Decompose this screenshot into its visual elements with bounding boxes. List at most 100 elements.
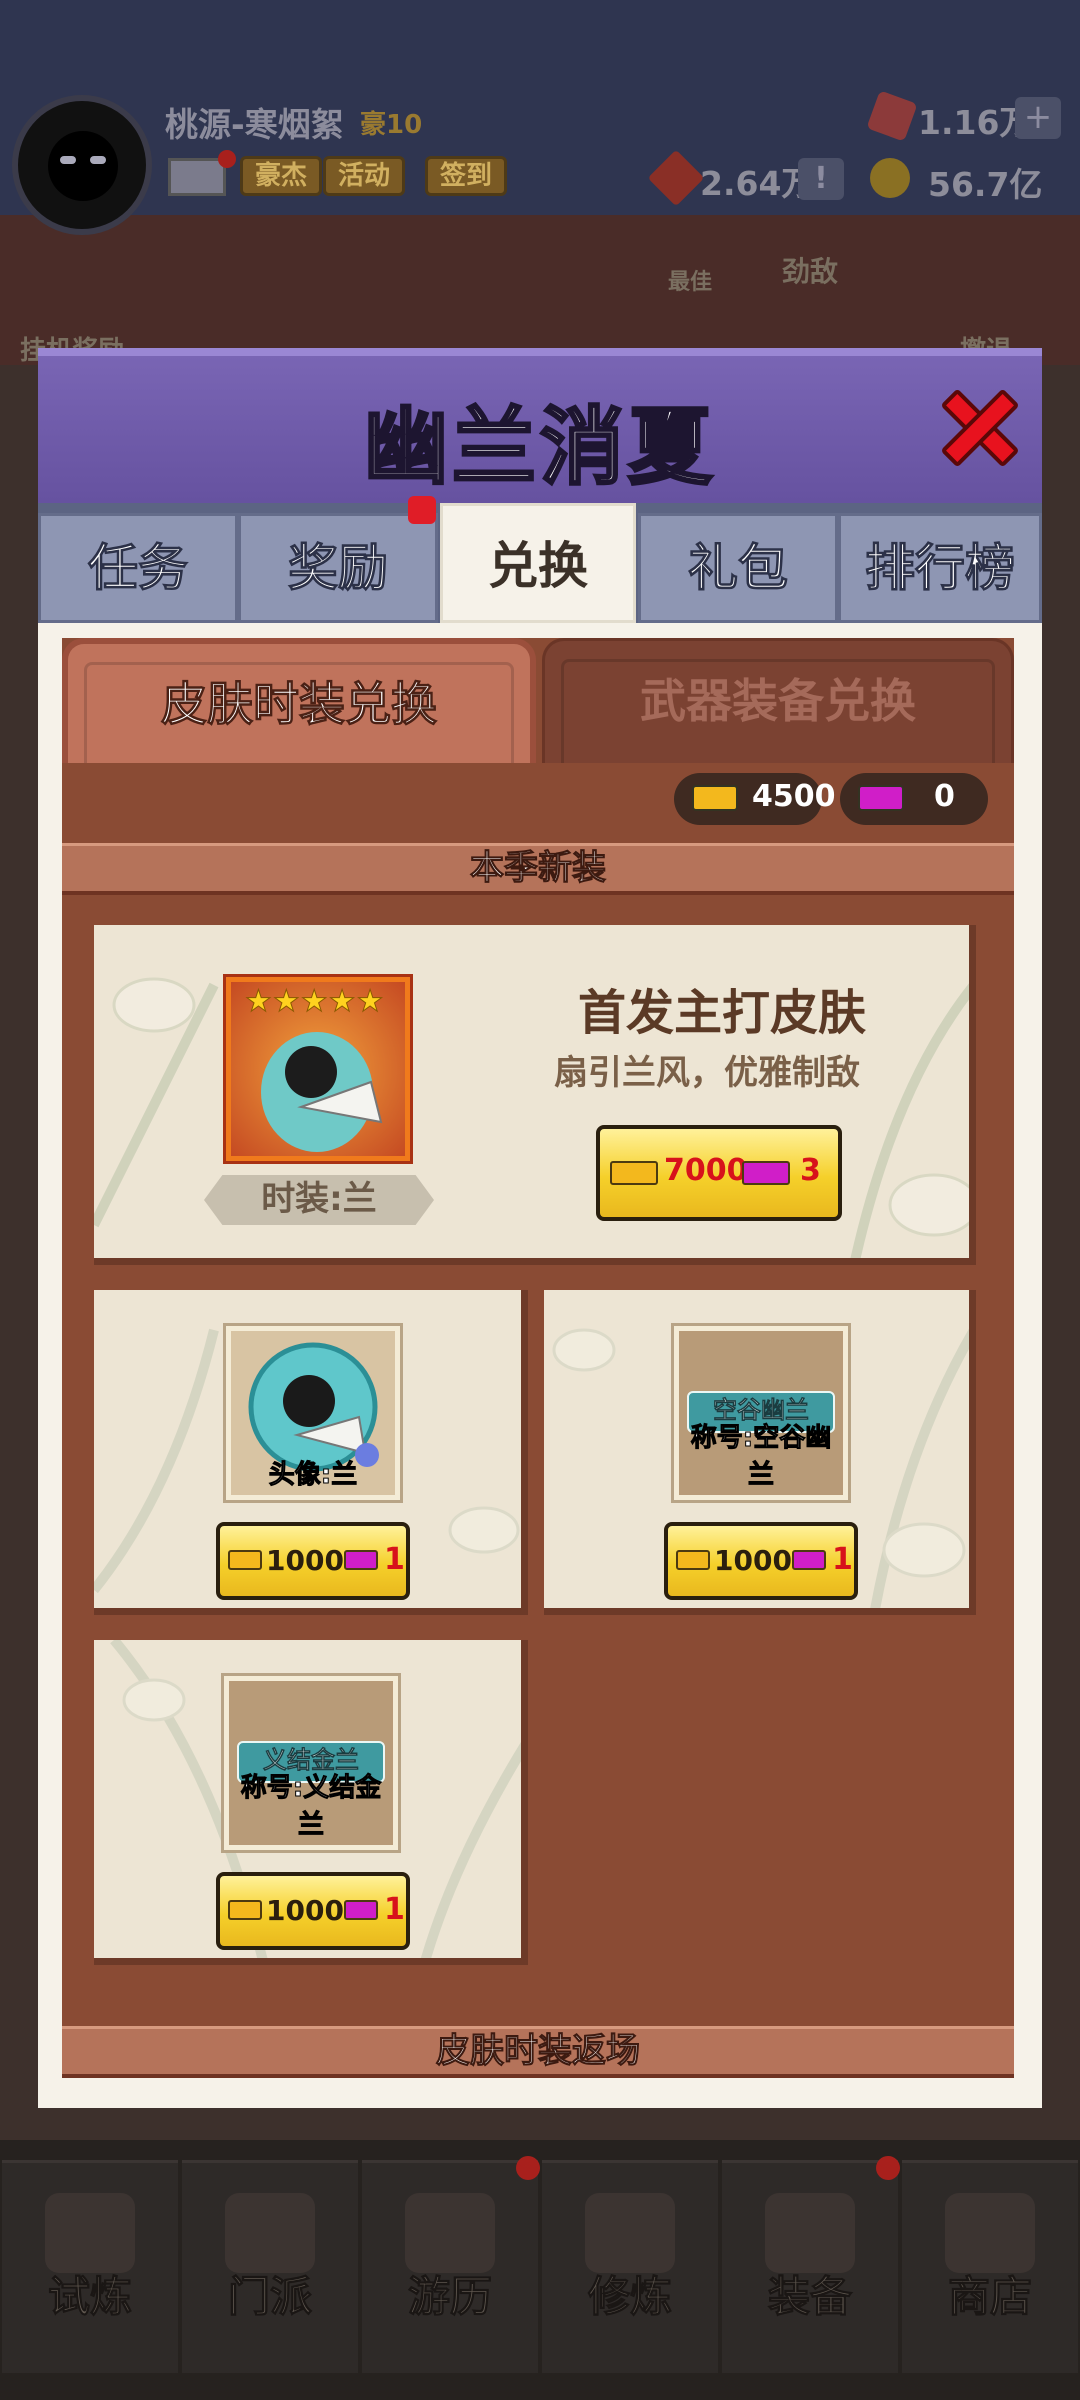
featured-skin-card: ★★★★★ 时装:兰 首发主打皮肤 扇引兰风，优雅制敌 7000 3 [94, 925, 976, 1265]
featured-exchange-button[interactable]: 7000 3 [596, 1125, 842, 1221]
gold-ticket-count: 4500 [752, 779, 836, 814]
nav-travel[interactable]: 游历 [362, 2160, 538, 2373]
modal-tabs: 任务 奖励 兑换 礼包 排行榜 [38, 503, 1042, 623]
avatar-item-frame[interactable]: 头像:兰 [226, 1326, 400, 1500]
title-kongu-price-purple: 1 [832, 1542, 853, 1577]
signin-chip[interactable]: 签到 [425, 156, 508, 196]
event-modal: 幽兰消夏 任务 奖励 兑换 礼包 排行榜 皮肤时装兑换 武器装备兑换 4500 … [38, 348, 1042, 2108]
mail-icon[interactable] [168, 158, 226, 196]
currency-bar: 4500 0 [62, 763, 1014, 841]
item-card-title-kongu: 空谷幽兰 称号:空谷幽兰 1000 1 [544, 1290, 976, 1615]
avatar-exchange-button[interactable]: 1000 1 [216, 1522, 410, 1600]
exchange-content: 皮肤时装兑换 武器装备兑换 4500 0 本季新装 ★★★★★ 时装:兰 首发主… [38, 623, 1042, 2108]
nav-equipment-label: 装备 [767, 2272, 852, 2322]
nav-cultivate-label: 修炼 [587, 2272, 672, 2322]
gold-ticket-icon [610, 1161, 658, 1185]
nav-trial[interactable]: 试炼 [2, 2160, 178, 2373]
nav-shop[interactable]: 商店 [902, 2160, 1078, 2373]
purple-ticket-icon [344, 1550, 378, 1570]
tab-exchange[interactable]: 兑换 [440, 503, 636, 623]
mail-notification-dot [218, 150, 236, 168]
avatar-eye-right [90, 156, 106, 164]
cultivate-icon [585, 2193, 675, 2273]
battle-strip [0, 215, 1080, 365]
title-kongu-frame[interactable]: 空谷幽兰 称号:空谷幽兰 [674, 1326, 848, 1500]
featured-skin-frame[interactable]: ★★★★★ [226, 977, 410, 1161]
title-yijie-price-gold: 1000 [266, 1894, 344, 1927]
gold-ticket-icon [228, 1550, 262, 1570]
featured-title: 首发主打皮肤 [578, 985, 867, 1041]
featured-price-purple: 3 [800, 1153, 821, 1188]
nav-trial-label: 试炼 [47, 2272, 132, 2322]
rewards-notification-dot [408, 496, 436, 524]
gold-ticket-icon [676, 1550, 710, 1570]
close-button[interactable] [928, 378, 1028, 478]
tab-rewards[interactable]: 奖励 [238, 513, 438, 623]
subtab-skin-exchange[interactable]: 皮肤时装兑换 [62, 638, 536, 763]
title-yijie-label: 称号:义结金兰 [240, 1773, 382, 1841]
notice-button[interactable]: ! [798, 158, 844, 200]
purple-ticket-icon [742, 1161, 790, 1185]
purple-ticket-count: 0 [934, 779, 955, 814]
best-label: 最佳 [668, 270, 713, 295]
featured-price-gold: 7000 [664, 1153, 748, 1188]
featured-subtitle: 扇引兰风，优雅制敌 [554, 1053, 860, 1093]
nav-equipment-dot [876, 2156, 900, 2180]
avatar-face [48, 131, 118, 201]
modal-title: 幽兰消夏 [362, 397, 716, 498]
activity-chip[interactable]: 活动 [323, 156, 406, 196]
subtab-frame-inactive [561, 659, 995, 763]
shop-icon [945, 2193, 1035, 2273]
purple-ticket-icon [858, 785, 904, 811]
add-gems-button[interactable]: + [1015, 97, 1061, 139]
title-yijie-frame[interactable]: 义结金兰 称号:义结金兰 [224, 1676, 398, 1850]
orchid-skin-icon [261, 1032, 383, 1152]
nav-sect[interactable]: 门派 [182, 2160, 358, 2373]
avatar-item-label: 头像:兰 [268, 1460, 358, 1491]
purple-ticket-icon [344, 1900, 378, 1920]
modal-header: 幽兰消夏 [38, 348, 1042, 503]
gold-ticket-icon [228, 1900, 262, 1920]
sect-icon [225, 2193, 315, 2273]
travel-icon [405, 2193, 495, 2273]
coin-icon [870, 158, 910, 198]
avatar-eye-left [60, 156, 76, 164]
nav-travel-label: 游历 [407, 2272, 492, 2322]
player-rank: 豪10 [360, 110, 423, 140]
item-card-avatar: 头像:兰 1000 1 [94, 1290, 528, 1615]
nav-cultivate[interactable]: 修炼 [542, 2160, 718, 2373]
hero-chip[interactable]: 豪杰 [240, 156, 323, 196]
coins-value: 56.7亿 [928, 165, 1043, 204]
tab-gift-pack[interactable]: 礼包 [638, 513, 838, 623]
title-kongu-exchange-button[interactable]: 1000 1 [664, 1522, 858, 1600]
player-avatar[interactable] [12, 95, 152, 235]
subtab-weapon-exchange[interactable]: 武器装备兑换 [542, 638, 1014, 763]
nav-equipment[interactable]: 装备 [722, 2160, 898, 2373]
gold-ticket-icon [692, 785, 738, 811]
rival-label: 劲敌 [782, 255, 839, 288]
purple-ticket-icon [792, 1550, 826, 1570]
equipment-icon [765, 2193, 855, 2273]
gold-ticket-balance: 4500 [674, 773, 836, 825]
nav-sect-label: 门派 [227, 2272, 312, 2322]
section-skin-return: 皮肤时装返场 [62, 2026, 1014, 2078]
purple-ticket-balance: 0 [840, 773, 988, 825]
title-yijie-price-purple: 1 [384, 1892, 405, 1927]
avatar-price-purple: 1 [384, 1542, 405, 1577]
tab-leaderboard[interactable]: 排行榜 [838, 513, 1042, 623]
tab-tasks[interactable]: 任务 [38, 513, 238, 623]
exchange-panel: 皮肤时装兑换 武器装备兑换 4500 0 本季新装 ★★★★★ 时装:兰 首发主… [62, 638, 1014, 2078]
item-card-title-yijie: 义结金兰 称号:义结金兰 1000 1 [94, 1640, 528, 1965]
subtab-frame [84, 662, 514, 763]
nav-shop-label: 商店 [947, 2272, 1032, 2322]
nav-travel-dot [516, 2156, 540, 2180]
title-kongu-label: 称号:空谷幽兰 [690, 1423, 832, 1491]
player-name: 桃源-寒烟絮 [165, 105, 344, 144]
featured-item-name: 时装:兰 [204, 1175, 434, 1225]
bottom-nav: 试炼 门派 游历 修炼 装备 商店 [0, 2160, 1080, 2400]
avatar-price-gold: 1000 [266, 1544, 344, 1577]
title-yijie-exchange-button[interactable]: 1000 1 [216, 1872, 410, 1950]
trial-icon [45, 2193, 135, 2273]
section-new-season: 本季新装 [62, 843, 1014, 895]
title-kongu-price-gold: 1000 [714, 1544, 792, 1577]
